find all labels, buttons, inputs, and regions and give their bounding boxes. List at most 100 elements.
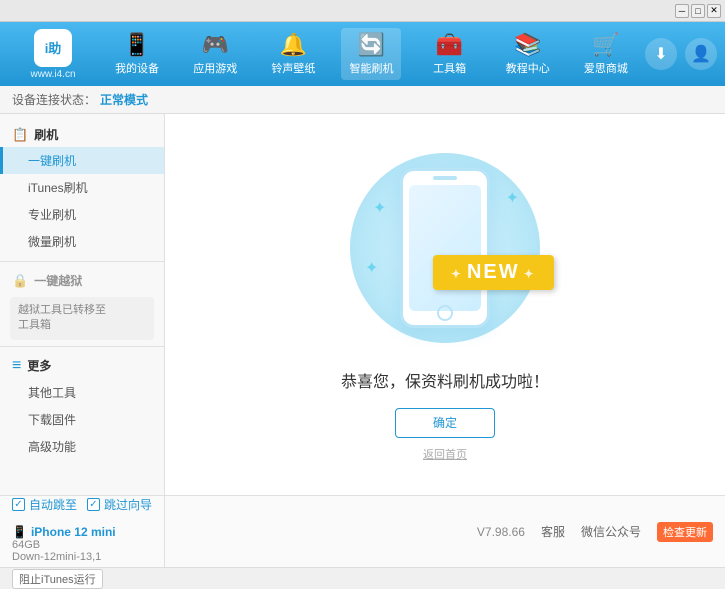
success-illustration: ✦ ✦ ✦ ✦ NEW	[345, 148, 545, 348]
minimize-button[interactable]: ─	[675, 4, 689, 18]
sidebar-item-other-tools[interactable]: 其他工具	[0, 379, 164, 406]
nav-ringtones-icon: 🔔	[280, 32, 307, 58]
itunes-flash-label: iTunes刷机	[28, 181, 88, 195]
header: i助 www.i4.cn 📱 我的设备 🎮 应用游戏 🔔 铃声壁纸 🔄 智能刷机…	[0, 22, 725, 86]
sidebar-divider-1	[0, 261, 164, 262]
sidebar-item-micro-flash[interactable]: 微量刷机	[0, 228, 164, 255]
sparkle-2: ✦	[506, 188, 519, 208]
nav-my-device[interactable]: 📱 我的设备	[107, 28, 167, 80]
nav-app-games[interactable]: 🎮 应用游戏	[185, 28, 245, 80]
maximize-button[interactable]: □	[691, 4, 705, 18]
sidebar: 📋 刷机 一键刷机 iTunes刷机 专业刷机 微量刷机 🔒 一键越狱 越狱工具…	[0, 114, 165, 495]
nav-app-games-icon: 🎮	[202, 32, 229, 58]
phone-home-button	[437, 305, 453, 321]
itunes-bar: 阻止iTunes运行	[0, 567, 725, 589]
bottom-right: V7.98.66 客服 微信公众号 检查更新	[165, 496, 725, 567]
itunes-block-label: 阻止iTunes运行	[19, 571, 96, 587]
sidebar-section-jailbreak: 🔒 一键越狱	[0, 268, 164, 293]
phone-speaker	[433, 176, 457, 180]
nav-tutorial-label: 教程中心	[506, 60, 550, 76]
device-model: Down-12mini-13,1	[12, 551, 152, 563]
bottom-section: ✓ 自动跳至 ✓ 跳过向导 📱 iPhone 12 mini 64GB Down…	[0, 495, 725, 567]
nav-tutorial-icon: 📚	[514, 32, 541, 58]
nav-toolbox[interactable]: 🧰 工具箱	[420, 28, 480, 80]
logo-url: www.i4.cn	[30, 69, 75, 80]
version-label: V7.98.66	[477, 525, 525, 539]
device-storage: 64GB	[12, 539, 152, 551]
sidebar-divider-2	[0, 346, 164, 347]
sparkle-1: ✦	[373, 198, 386, 218]
one-click-flash-label: 一键刷机	[28, 154, 76, 168]
close-button[interactable]: ✕	[707, 4, 721, 18]
sidebar-item-download-firmware[interactable]: 下载固件	[0, 406, 164, 433]
sidebar-item-itunes-flash[interactable]: iTunes刷机	[0, 174, 164, 201]
nav-smart-flash-icon: 🔄	[358, 32, 385, 58]
confirm-button[interactable]: 确定	[395, 408, 495, 438]
skip-wizard-check-icon: ✓	[89, 499, 97, 510]
flash-section-icon: 📋	[12, 127, 28, 143]
download-button[interactable]: ⬇	[645, 38, 677, 70]
new-banner: NEW	[433, 255, 554, 290]
wechat-link[interactable]: 微信公众号	[581, 523, 641, 540]
nav-tutorial[interactable]: 📚 教程中心	[498, 28, 558, 80]
auto-jump-check-icon: ✓	[14, 499, 22, 510]
nav-toolbox-label: 工具箱	[433, 60, 466, 76]
status-label: 设备连接状态：	[12, 91, 96, 108]
update-button[interactable]: 检查更新	[657, 522, 713, 542]
skip-wizard-label: 跳过向导	[104, 496, 152, 513]
content-area: ✦ ✦ ✦ ✦ NEW 恭喜您，保资料刷机成功啦！ 确定 返回首页	[165, 114, 725, 495]
success-message: 恭喜您，保资料刷机成功啦！	[341, 368, 549, 392]
sparkle-3: ✦	[365, 258, 378, 278]
nav-app-games-label: 应用游戏	[193, 60, 237, 76]
sidebar-section-flash[interactable]: 📋 刷机	[0, 122, 164, 147]
advanced-label: 高级功能	[28, 440, 76, 454]
download-firmware-label: 下载固件	[28, 413, 76, 427]
nav-shop[interactable]: 🛒 爱思商城	[576, 28, 636, 80]
device-name: iPhone 12 mini	[31, 525, 116, 539]
sidebar-item-advanced[interactable]: 高级功能	[0, 433, 164, 460]
jailbreak-section-label: 一键越狱	[34, 272, 82, 289]
nav-my-device-icon: 📱	[123, 32, 150, 58]
jailbreak-lock-icon: 🔒	[12, 273, 28, 289]
status-value: 正常模式	[100, 91, 148, 108]
logo-area: i助 www.i4.cn	[8, 29, 98, 80]
auto-jump-label: 自动跳至	[29, 496, 77, 513]
more-section-label: 更多	[27, 357, 51, 374]
bottom-left: ✓ 自动跳至 ✓ 跳过向导 📱 iPhone 12 mini 64GB Down…	[0, 496, 165, 567]
nav-smart-flash-label: 智能刷机	[349, 60, 393, 76]
nav-ringtones[interactable]: 🔔 铃声壁纸	[263, 28, 323, 80]
skip-wizard-checkbox-item: ✓ 跳过向导	[87, 496, 152, 513]
user-button[interactable]: 👤	[685, 38, 717, 70]
jailbreak-note: 越狱工具已转移至 工具箱	[10, 297, 154, 340]
nav-shop-icon: 🛒	[592, 32, 619, 58]
other-tools-label: 其他工具	[28, 386, 76, 400]
pro-flash-label: 专业刷机	[28, 208, 76, 222]
nav-ringtones-label: 铃声壁纸	[271, 60, 315, 76]
sidebar-item-one-click-flash[interactable]: 一键刷机	[0, 147, 164, 174]
nav-toolbox-icon: 🧰	[436, 32, 463, 58]
sidebar-section-more[interactable]: ≡ 更多	[0, 353, 164, 379]
checkbox-row: ✓ 自动跳至 ✓ 跳过向导	[12, 496, 152, 513]
header-actions: ⬇ 👤	[645, 38, 717, 70]
itunes-block-button[interactable]: 阻止iTunes运行	[12, 569, 103, 589]
device-icon: 📱	[12, 525, 27, 539]
auto-jump-checkbox-item: ✓ 自动跳至	[12, 496, 77, 513]
main-area: 📋 刷机 一键刷机 iTunes刷机 专业刷机 微量刷机 🔒 一键越狱 越狱工具…	[0, 114, 725, 495]
phone-screen	[409, 185, 481, 311]
nav-shop-label: 爱思商城	[584, 60, 628, 76]
phone-body	[400, 168, 490, 328]
status-bar: 设备连接状态： 正常模式	[0, 86, 725, 114]
nav-bar: 📱 我的设备 🎮 应用游戏 🔔 铃声壁纸 🔄 智能刷机 🧰 工具箱 📚 教程中心…	[98, 28, 645, 80]
flash-section-label: 刷机	[34, 126, 58, 143]
title-bar: ─ □ ✕	[0, 0, 725, 22]
skip-wizard-checkbox[interactable]: ✓	[87, 498, 100, 511]
sidebar-item-pro-flash[interactable]: 专业刷机	[0, 201, 164, 228]
device-info: 📱 iPhone 12 mini 64GB Down-12mini-13,1	[12, 521, 152, 567]
nav-my-device-label: 我的设备	[115, 60, 159, 76]
nav-smart-flash[interactable]: 🔄 智能刷机	[341, 28, 401, 80]
logo-text: i助	[45, 38, 62, 57]
support-link[interactable]: 客服	[541, 523, 565, 540]
micro-flash-label: 微量刷机	[28, 235, 76, 249]
auto-jump-checkbox[interactable]: ✓	[12, 498, 25, 511]
back-home-link[interactable]: 返回首页	[423, 446, 467, 462]
